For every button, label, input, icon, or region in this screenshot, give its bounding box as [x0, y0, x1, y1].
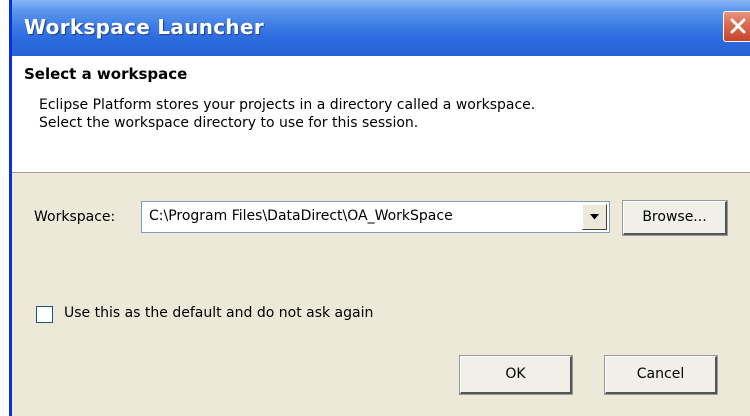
- workspace-dropdown-button[interactable]: [582, 204, 607, 230]
- workspace-launcher-dialog: Workspace Launcher Select a workspace Ec…: [9, 0, 750, 416]
- close-icon: [730, 18, 746, 34]
- workspace-combobox[interactable]: C:\Program Files\DataDirect\OA_WorkSpace: [141, 201, 610, 233]
- window-title: Workspace Launcher: [24, 15, 264, 39]
- ok-button[interactable]: OK: [459, 355, 573, 395]
- title-bar[interactable]: Workspace Launcher: [12, 0, 750, 56]
- workspace-label: Workspace:: [34, 209, 116, 225]
- header-description-line-1: Eclipse Platform stores your projects in…: [39, 97, 536, 113]
- browse-button[interactable]: Browse...: [622, 200, 728, 236]
- default-checkbox-label[interactable]: Use this as the default and do not ask a…: [64, 305, 373, 321]
- header-panel: Select a workspace Eclipse Platform stor…: [12, 56, 750, 173]
- chevron-down-icon: [590, 214, 599, 220]
- default-checkbox[interactable]: [36, 306, 53, 323]
- header-description: Eclipse Platform stores your projects in…: [39, 96, 535, 132]
- header-description-line-2: Select the workspace directory to use fo…: [39, 115, 419, 131]
- cancel-button[interactable]: Cancel: [604, 355, 718, 395]
- header-title: Select a workspace: [24, 65, 188, 83]
- workspace-path-value[interactable]: C:\Program Files\DataDirect\OA_WorkSpace: [149, 208, 453, 224]
- close-button[interactable]: [723, 11, 750, 42]
